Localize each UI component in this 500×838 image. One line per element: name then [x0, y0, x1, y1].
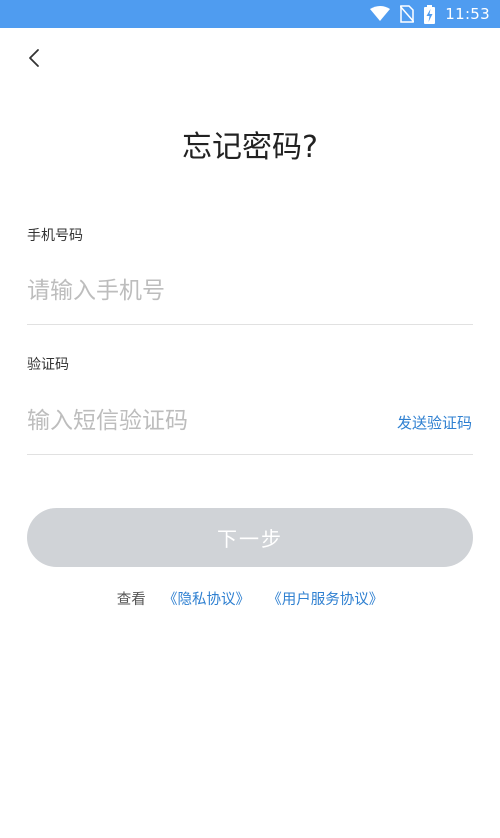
agreement-line: 查看 《隐私协议》 《用户服务协议》: [0, 588, 500, 609]
status-time: 11:53: [445, 5, 490, 23]
no-sim-icon: [400, 5, 415, 23]
agreement-prefix: 查看: [116, 592, 146, 608]
code-divider: [27, 454, 473, 455]
phone-divider: [27, 324, 473, 325]
status-icons: 11:53: [370, 0, 490, 28]
wifi-icon: [370, 6, 391, 22]
page-title: 忘记密码?: [182, 130, 318, 165]
user-service-agreement-link[interactable]: 《用户服务协议》: [267, 592, 383, 608]
privacy-policy-link[interactable]: 《隐私协议》: [163, 592, 250, 608]
send-code-button[interactable]: 发送验证码: [397, 412, 472, 433]
phone-label: 手机号码: [27, 228, 83, 244]
chevron-left-icon: [27, 48, 41, 72]
battery-charging-icon: [424, 4, 436, 24]
status-bar: 11:53: [0, 0, 500, 28]
next-button[interactable]: 下一步: [27, 508, 473, 567]
sms-code-input[interactable]: [27, 404, 367, 438]
phone-input[interactable]: [27, 274, 467, 308]
code-label: 验证码: [27, 357, 69, 373]
back-button[interactable]: [20, 46, 48, 74]
